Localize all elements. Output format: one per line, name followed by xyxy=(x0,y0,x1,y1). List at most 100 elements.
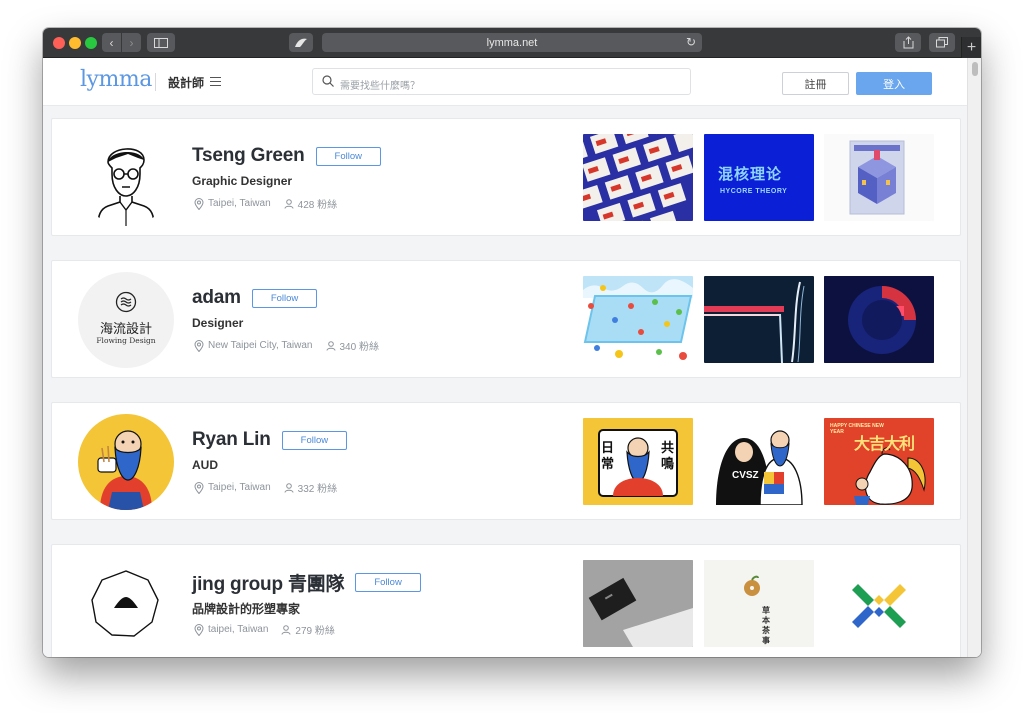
pool-illustration-image xyxy=(583,276,693,360)
name-row: Tseng Green Follow xyxy=(192,144,381,168)
browser-toolbar: ‹ › lymma.net ↻ + xyxy=(43,28,981,59)
designer-location: New Taipei City, Taiwan xyxy=(208,340,313,351)
magazine-cover-image xyxy=(849,140,905,215)
share-icon xyxy=(903,36,913,49)
scrollbar-thumb[interactable] xyxy=(972,62,978,76)
follower-count: 340 粉絲 xyxy=(339,342,379,353)
avatar-illustration xyxy=(78,130,174,226)
avatar[interactable] xyxy=(78,414,174,510)
plus-icon: + xyxy=(966,39,977,56)
octagon-mountain-logo xyxy=(91,570,159,637)
vertical-scrollbar[interactable] xyxy=(967,58,981,657)
cross-logo-image xyxy=(852,584,906,628)
url-text: lymma.net xyxy=(486,36,538,49)
zoom-window-button[interactable] xyxy=(85,37,97,49)
lymma-logo[interactable]: lymma xyxy=(80,67,152,92)
portfolio-thumbnail[interactable] xyxy=(583,276,693,363)
minimize-window-button[interactable] xyxy=(69,37,81,49)
thumbnail-title: 大吉大利 xyxy=(854,436,915,453)
poster-grid-image xyxy=(583,134,693,221)
menu-icon[interactable] xyxy=(210,77,221,86)
avatar-brand-subtext: Flowing Design xyxy=(96,336,156,345)
designers-nav[interactable]: 設計師 xyxy=(168,74,204,91)
register-button[interactable]: 註冊 xyxy=(782,72,849,95)
abstract-dark-image xyxy=(704,281,805,363)
login-button[interactable]: 登入 xyxy=(856,72,932,95)
portfolio-thumbnail[interactable]: 草本茶事 xyxy=(704,560,814,647)
followers-group: 279 粉絲 xyxy=(281,622,335,637)
thumbnail-subtitle: HYCORE THEORY xyxy=(720,188,788,195)
forward-button[interactable]: › xyxy=(122,33,141,52)
designer-location: Taipei, Taiwan xyxy=(208,482,271,493)
reload-icon[interactable]: ↻ xyxy=(686,35,696,49)
designer-meta: taipei, Taiwan 279 粉絲 xyxy=(194,622,335,637)
designer-name[interactable]: Ryan Lin xyxy=(192,429,271,451)
show-tabs-button[interactable] xyxy=(929,33,955,52)
portfolio-thumbnail[interactable]: 混核理论 HYCORE THEORY xyxy=(704,134,814,221)
search-input[interactable]: 需要找些什麼嗎？ xyxy=(312,68,691,95)
new-tab-button[interactable]: + xyxy=(961,37,981,59)
designer-card[interactable]: Ryan Lin Follow AUD Taipei, Taiwan 332 粉… xyxy=(51,402,961,520)
extension-button[interactable] xyxy=(289,33,313,52)
location-pin-icon xyxy=(194,623,204,636)
thumbnail-vertical-text: 草本茶事 xyxy=(762,606,770,645)
designer-role: Graphic Designer xyxy=(192,174,293,188)
portfolio-thumbnail[interactable] xyxy=(824,276,934,363)
name-row: jing group 青團隊 Follow xyxy=(192,569,421,596)
page-viewport: lymma 設計師 需要找些什麼嗎？ 註冊 登入 Tseng Green Fol… xyxy=(43,58,981,657)
search-icon xyxy=(322,75,334,87)
thumbnail-title-left: 日常 xyxy=(601,440,615,471)
chevron-right-icon: › xyxy=(129,35,134,50)
avatar[interactable]: 海流設計 Flowing Design xyxy=(78,272,174,368)
portfolio-thumbnail[interactable] xyxy=(583,560,693,647)
search-placeholder: 需要找些什麼嗎？ xyxy=(340,81,420,92)
nav-divider xyxy=(155,73,156,91)
designer-role: AUD xyxy=(192,458,218,472)
back-button[interactable]: ‹ xyxy=(102,33,121,52)
user-icon xyxy=(284,482,294,493)
follow-button[interactable]: Follow xyxy=(251,288,318,308)
designer-card[interactable]: jing group 青團隊 Follow 品牌設計的形塑專家 taipei, … xyxy=(51,544,961,657)
portfolio-thumbnail[interactable] xyxy=(583,134,693,221)
designer-name[interactable]: adam xyxy=(192,287,241,309)
sidebar-toggle-button[interactable] xyxy=(147,33,175,52)
chevron-left-icon: ‹ xyxy=(109,35,114,50)
abstract-planet-image xyxy=(824,276,934,363)
user-icon xyxy=(326,340,335,351)
follow-button[interactable]: Follow xyxy=(315,146,381,166)
portfolio-thumbnail[interactable] xyxy=(824,134,934,221)
thumbnail-title-right: 共鳴 xyxy=(661,440,675,471)
designer-role: Designer xyxy=(192,316,244,330)
designer-card[interactable]: Tseng Green Follow Graphic Designer Taip… xyxy=(51,118,961,236)
designer-name[interactable]: jing group 青團隊 xyxy=(192,569,345,596)
share-button[interactable] xyxy=(895,33,921,52)
avatar-brand-text: 海流設計 xyxy=(99,322,152,337)
portfolio-thumbnail[interactable] xyxy=(704,276,814,363)
close-window-button[interactable] xyxy=(53,37,65,49)
follow-button[interactable]: Follow xyxy=(281,430,348,450)
designer-role: 品牌設計的形塑專家 xyxy=(192,602,301,616)
avatar[interactable] xyxy=(78,556,174,652)
portfolio-thumbnail[interactable]: CVSZ xyxy=(704,418,814,505)
portfolio-thumbnail[interactable]: HAPPY CHINESE NEW YEAR 大吉大利 xyxy=(824,418,934,505)
designer-location: taipei, Taiwan xyxy=(208,624,269,635)
portfolio-thumbnail[interactable] xyxy=(824,560,934,647)
follow-button[interactable]: Follow xyxy=(355,572,421,592)
hoodie-characters-image xyxy=(716,430,803,505)
follower-count: 332 粉絲 xyxy=(297,484,338,495)
designer-card[interactable]: 海流設計 Flowing Design adam Follow Designer… xyxy=(51,260,961,378)
designer-name[interactable]: Tseng Green xyxy=(192,145,305,167)
designer-meta: Taipei, Taiwan 332 粉絲 xyxy=(194,480,337,495)
business-card-image xyxy=(583,560,693,647)
name-row: adam Follow xyxy=(192,286,318,310)
name-row: Ryan Lin Follow xyxy=(192,428,348,452)
location-pin-icon xyxy=(194,481,204,494)
followers-group: 340 粉絲 xyxy=(326,338,379,353)
avatar[interactable] xyxy=(78,130,174,226)
portfolio-thumbnail[interactable]: 日常 共鳴 xyxy=(583,418,693,505)
address-bar[interactable]: lymma.net ↻ xyxy=(322,33,702,52)
followers-group: 332 粉絲 xyxy=(284,480,337,495)
user-icon xyxy=(284,198,294,209)
followers-group: 428 粉絲 xyxy=(284,196,337,211)
designer-location: Taipei, Taiwan xyxy=(208,198,271,209)
